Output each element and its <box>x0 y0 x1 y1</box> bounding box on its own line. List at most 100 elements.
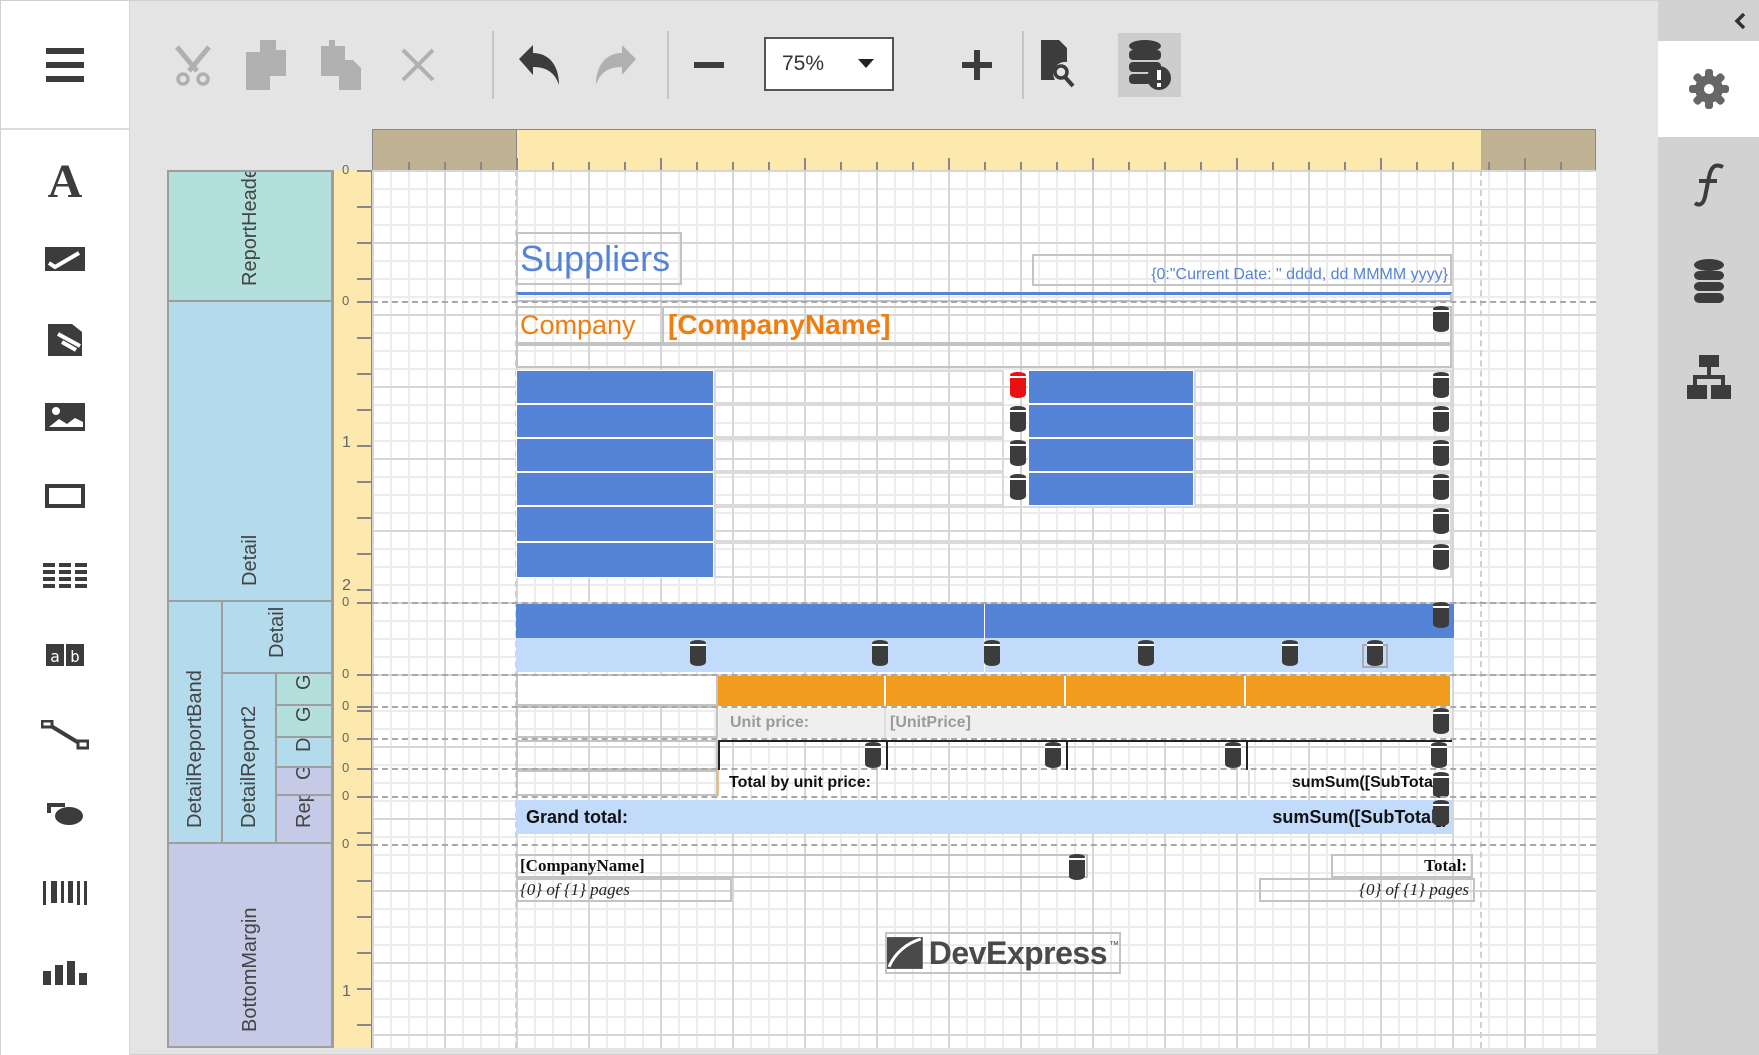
grand-total-value[interactable]: sumSum([SubTotal]) <box>1192 800 1452 834</box>
field-label[interactable] <box>1028 438 1194 472</box>
table-header-cell[interactable] <box>984 604 1154 638</box>
toolbox-rich-text[interactable] <box>1 306 129 370</box>
report-title[interactable]: Suppliers <box>516 232 682 285</box>
table-header-cell[interactable] <box>718 676 886 706</box>
toolbox-character-comb[interactable]: ab <box>1 623 129 687</box>
table-header-cell[interactable] <box>886 676 1066 706</box>
field-label[interactable] <box>516 472 714 506</box>
design-surface[interactable]: Suppliers {0:"Current Date: " dddd, dd M… <box>372 170 1596 1048</box>
collapse-panel-button[interactable] <box>1658 1 1759 41</box>
table-header-cell[interactable] <box>724 604 870 638</box>
field-label[interactable] <box>516 438 714 472</box>
table-cell[interactable] <box>1066 740 1246 770</box>
band-group-footer[interactable]: GroupFooter <box>275 766 333 796</box>
band-group-header-1[interactable]: GroupHeader <box>275 672 333 706</box>
toolbox-panel[interactable] <box>1 464 129 528</box>
field-value[interactable] <box>1194 404 1452 438</box>
unit-price-label[interactable]: Unit price: <box>718 708 886 738</box>
tab-expressions[interactable] <box>1658 137 1759 233</box>
band-detail[interactable]: Detail <box>167 300 333 602</box>
field-label[interactable] <box>516 404 714 438</box>
field-value[interactable] <box>714 506 1452 542</box>
band-detail-report-band-detail[interactable]: Detail <box>221 600 333 674</box>
field-label[interactable] <box>516 542 714 578</box>
toolbox-table[interactable] <box>1 544 129 608</box>
current-date-field[interactable]: {0:"Current Date: " dddd, dd MMMM yyyy} <box>1032 254 1452 286</box>
footer-page-info-right[interactable]: {0} of {1} pages <box>1259 878 1475 902</box>
spacer-panel[interactable] <box>516 344 1452 368</box>
menu-button[interactable] <box>1 1 129 130</box>
field-value[interactable] <box>1194 438 1452 472</box>
toolbox-barcode[interactable] <box>1 861 129 925</box>
total-by-unit-price-label[interactable]: Total by unit price: <box>718 770 1248 796</box>
ruler-number: 0 <box>342 666 350 681</box>
field-label[interactable] <box>516 506 714 542</box>
band-bottom-margin[interactable]: BottomMargin <box>167 842 333 1048</box>
band-report-footer[interactable]: ReportFooter <box>275 794 333 844</box>
field-label[interactable] <box>516 370 714 404</box>
band-detail-report-band[interactable]: DetailReportBand <box>167 600 223 844</box>
zoom-select[interactable]: 75% <box>764 37 894 91</box>
footer-total-label[interactable]: Total: <box>1331 854 1473 878</box>
footer-page-info-left[interactable]: {0} of {1} pages <box>516 878 732 902</box>
table-header-cell[interactable] <box>1282 604 1454 638</box>
paste-button[interactable] <box>311 34 371 96</box>
right-margin-area <box>1481 130 1595 170</box>
undo-button[interactable] <box>509 34 569 96</box>
field-value[interactable] <box>1194 472 1452 506</box>
band-report-header[interactable]: ReportHeader <box>167 170 333 302</box>
table-cell[interactable] <box>984 638 1154 672</box>
validate-bindings-button[interactable] <box>1118 33 1181 97</box>
tab-report-explorer[interactable] <box>1658 329 1759 425</box>
zoom-out-button[interactable] <box>679 34 739 96</box>
chevron-down-icon <box>858 59 874 68</box>
logo-picture-box[interactable]: DevExpress ™ <box>885 932 1121 974</box>
table-header-cell[interactable] <box>1066 676 1246 706</box>
table-cell[interactable] <box>1154 638 1282 672</box>
empty-cell[interactable] <box>516 674 718 706</box>
band-group-header-2[interactable]: GroupHeader <box>275 704 333 738</box>
copy-button[interactable] <box>236 34 296 96</box>
redo-button[interactable] <box>586 34 646 96</box>
empty-cell[interactable] <box>516 770 718 796</box>
tab-properties[interactable] <box>1658 41 1759 137</box>
table-header-cell[interactable] <box>1246 676 1452 706</box>
company-label[interactable]: Company <box>516 306 664 344</box>
table-cell[interactable] <box>1246 740 1452 770</box>
field-value[interactable] <box>714 472 1004 506</box>
toolbox-line[interactable] <box>1 703 129 767</box>
field-label[interactable] <box>1028 370 1194 404</box>
empty-cell[interactable] <box>516 706 718 738</box>
field-value[interactable] <box>714 438 1004 472</box>
toolbox-shape[interactable] <box>1 782 129 846</box>
table-cell[interactable] <box>724 638 870 672</box>
table-header-cell[interactable] <box>870 604 984 638</box>
footer-company-name[interactable]: [CompanyName] <box>516 854 1088 878</box>
band-detail-2[interactable]: Detail <box>275 736 333 768</box>
field-value[interactable] <box>714 542 1452 578</box>
preview-button[interactable] <box>1031 34 1091 96</box>
delete-button[interactable] <box>388 34 448 96</box>
field-value[interactable] <box>714 370 1004 404</box>
total-by-unit-price-value[interactable]: sumSum([SubTotal]) <box>1248 770 1452 796</box>
table-header-cell[interactable] <box>516 604 724 638</box>
company-name-field[interactable]: [CompanyName] <box>662 306 1452 344</box>
table-cell[interactable] <box>886 740 1066 770</box>
field-value[interactable] <box>1194 370 1452 404</box>
field-label[interactable] <box>1028 404 1194 438</box>
toolbox-picture-box[interactable] <box>1 385 129 449</box>
field-label[interactable] <box>1028 472 1194 506</box>
table-header-cell[interactable] <box>1154 604 1282 638</box>
tab-field-list[interactable] <box>1658 233 1759 329</box>
band-detail-report2[interactable]: DetailReport2 <box>221 672 277 844</box>
toolbox-label[interactable]: A <box>1 147 129 211</box>
toolbox-checkbox[interactable] <box>1 227 129 291</box>
field-value[interactable] <box>714 404 1004 438</box>
ruler-tick <box>357 988 371 990</box>
empty-cell[interactable] <box>516 740 718 770</box>
zoom-in-button[interactable] <box>947 34 1007 96</box>
table-cell[interactable] <box>718 740 886 770</box>
unit-price-group-value[interactable]: [UnitPrice] <box>886 708 1452 738</box>
cut-button[interactable] <box>163 34 223 96</box>
toolbox-chart[interactable] <box>1 941 129 1005</box>
